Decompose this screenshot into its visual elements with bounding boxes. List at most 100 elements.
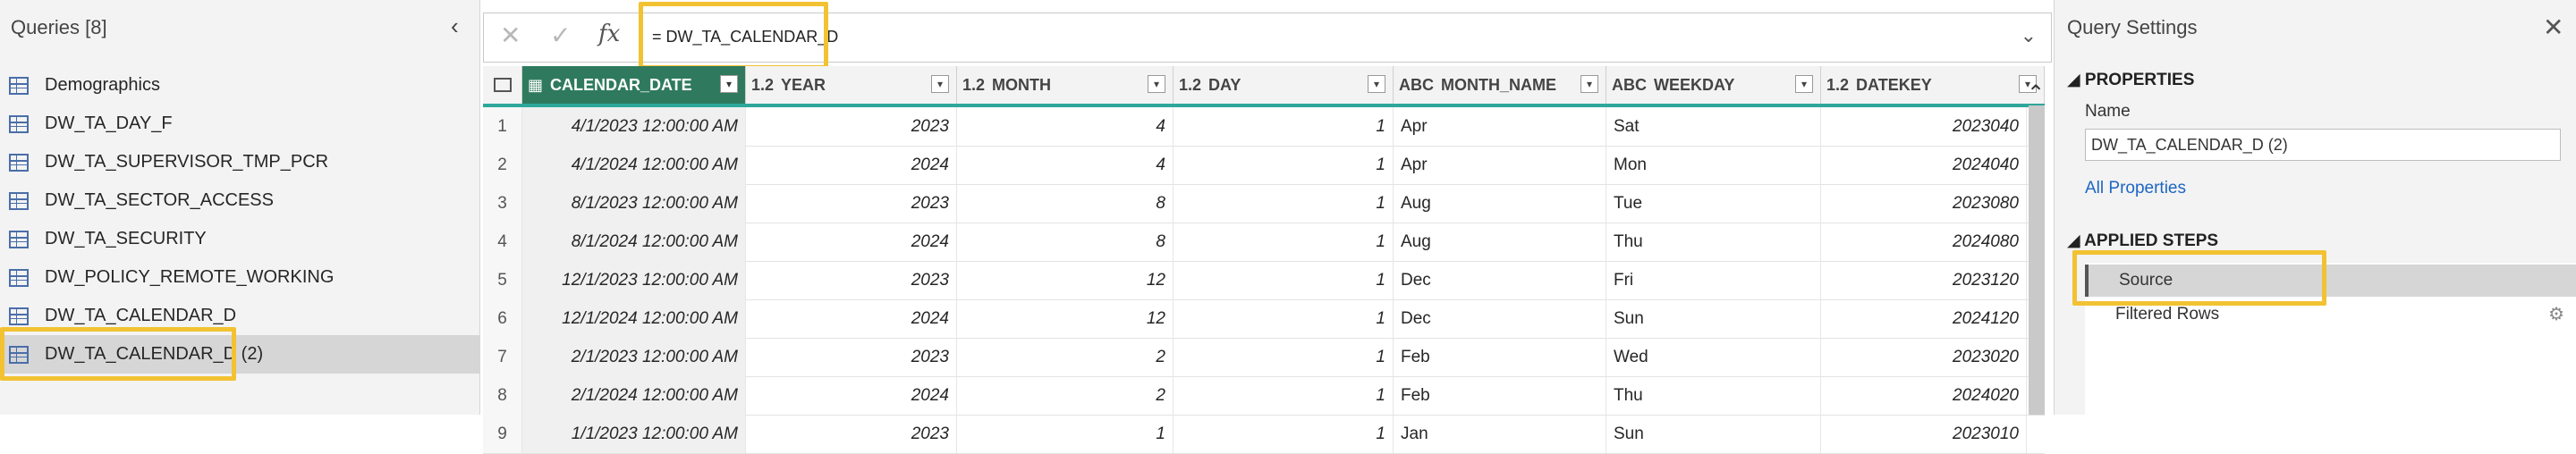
table-cell[interactable]: 2 xyxy=(957,376,1174,415)
table-cell[interactable]: 2023 xyxy=(746,338,957,376)
column-header-month-name[interactable]: ABC MONTH_NAME ▾ xyxy=(1394,66,1606,104)
commit-icon[interactable]: ✓ xyxy=(550,21,571,50)
column-header-datekey[interactable]: 1.2 DATEKEY ▾ xyxy=(1821,66,2045,104)
table-cell[interactable]: 2024 xyxy=(746,299,957,338)
table-cell[interactable]: Sat xyxy=(1606,107,1821,146)
filter-dropdown-icon[interactable]: ▾ xyxy=(1368,75,1385,93)
table-cell[interactable]: Thu xyxy=(1606,376,1821,415)
table-cell[interactable]: 2023080 xyxy=(1821,184,2027,223)
table-cell[interactable]: 8 xyxy=(957,184,1174,223)
vertical-scrollbar[interactable] xyxy=(2029,105,2045,415)
query-item-dw-ta-security[interactable]: DW_TA_SECURITY xyxy=(0,220,479,258)
filter-dropdown-icon[interactable]: ▾ xyxy=(1580,75,1598,93)
table-cell[interactable]: 2024080 xyxy=(1821,223,2027,261)
query-item-dw-ta-day-f[interactable]: DW_TA_DAY_F xyxy=(0,105,479,143)
table-cell[interactable]: 12/1/2023 12:00:00 AM xyxy=(522,261,746,299)
table-cell[interactable]: 1/1/2023 12:00:00 AM xyxy=(522,415,746,453)
table-row[interactable]: 9 1/1/2023 12:00:00 AM 2023 1 1 Jan Sun 2023010 xyxy=(483,415,2045,454)
close-icon[interactable]: ✕ xyxy=(2543,13,2563,42)
query-name-input[interactable]: DW_TA_CALENDAR_D (2) xyxy=(2085,129,2561,161)
table-cell[interactable]: Aug xyxy=(1394,223,1606,261)
table-cell[interactable]: 2023 xyxy=(746,107,957,146)
column-header-calendar-date[interactable]: ▦ CALENDAR_DATE ▾ xyxy=(522,66,746,104)
table-cell[interactable]: 2/1/2023 12:00:00 AM xyxy=(522,338,746,376)
query-item-dw-ta-sector-access[interactable]: DW_TA_SECTOR_ACCESS xyxy=(0,181,479,220)
column-header-year[interactable]: 1.2 YEAR ▾ xyxy=(746,66,957,104)
table-cell[interactable]: Feb xyxy=(1394,376,1606,415)
query-item-dw-ta-supervisor-tmp-pcr[interactable]: DW_TA_SUPERVISOR_TMP_PCR xyxy=(0,143,479,181)
table-row[interactable]: 8 2/1/2024 12:00:00 AM 2024 2 1 Feb Thu 2024020 xyxy=(483,376,2045,416)
column-header-day[interactable]: 1.2 DAY ▾ xyxy=(1174,66,1394,104)
scroll-up-icon[interactable]: ⌃ xyxy=(2027,80,2045,106)
table-cell[interactable]: 1 xyxy=(1174,415,1394,453)
table-cell[interactable]: 2023040 xyxy=(1821,107,2027,146)
table-cell[interactable]: Wed xyxy=(1606,338,1821,376)
table-cell[interactable]: 4/1/2023 12:00:00 AM xyxy=(522,107,746,146)
table-cell[interactable]: 1 xyxy=(1174,376,1394,415)
table-cell[interactable]: 8/1/2024 12:00:00 AM xyxy=(522,223,746,261)
table-cell[interactable]: 12 xyxy=(957,299,1174,338)
table-cell[interactable]: Apr xyxy=(1394,146,1606,184)
table-cell[interactable]: 2024 xyxy=(746,376,957,415)
table-cell[interactable]: 2024020 xyxy=(1821,376,2027,415)
table-cell[interactable]: 12/1/2024 12:00:00 AM xyxy=(522,299,746,338)
table-cell[interactable]: 1 xyxy=(1174,146,1394,184)
table-cell[interactable]: 2023 xyxy=(746,415,957,453)
table-row[interactable]: 3 8/1/2023 12:00:00 AM 2023 8 1 Aug Tue 2023080 xyxy=(483,184,2045,223)
table-cell[interactable]: 1 xyxy=(1174,107,1394,146)
cancel-icon[interactable]: ✕ xyxy=(500,21,521,50)
column-header-weekday[interactable]: ABC WEEKDAY ▾ xyxy=(1606,66,1821,104)
table-cell[interactable]: 2023120 xyxy=(1821,261,2027,299)
filter-dropdown-icon[interactable]: ▾ xyxy=(1795,75,1813,93)
table-cell[interactable]: Dec xyxy=(1394,299,1606,338)
table-menu-icon[interactable] xyxy=(483,66,522,104)
table-cell[interactable]: 1 xyxy=(1174,223,1394,261)
table-cell[interactable]: 4 xyxy=(957,146,1174,184)
gear-icon[interactable]: ⚙ xyxy=(2548,298,2564,331)
table-row[interactable]: 5 12/1/2023 12:00:00 AM 2023 12 1 Dec Fri 20231… xyxy=(483,261,2045,300)
chevron-down-icon[interactable]: ⌄ xyxy=(2021,24,2037,47)
table-cell[interactable]: 1 xyxy=(957,415,1174,453)
table-cell[interactable]: 2024120 xyxy=(1821,299,2027,338)
table-cell[interactable]: Apr xyxy=(1394,107,1606,146)
table-cell[interactable]: Fri xyxy=(1606,261,1821,299)
table-cell[interactable]: Dec xyxy=(1394,261,1606,299)
table-cell[interactable]: 2024 xyxy=(746,223,957,261)
table-cell[interactable]: 2023 xyxy=(746,261,957,299)
all-properties-link[interactable]: All Properties xyxy=(2085,179,2186,198)
table-cell[interactable]: Jan xyxy=(1394,415,1606,453)
table-cell[interactable]: 2023 xyxy=(746,184,957,223)
table-cell[interactable]: 2 xyxy=(957,338,1174,376)
table-cell[interactable]: 2024 xyxy=(746,146,957,184)
table-cell[interactable]: 1 xyxy=(1174,261,1394,299)
table-cell[interactable]: 2/1/2024 12:00:00 AM xyxy=(522,376,746,415)
table-cell[interactable]: Tue xyxy=(1606,184,1821,223)
table-cell[interactable]: Sun xyxy=(1606,415,1821,453)
query-item-demographics[interactable]: Demographics xyxy=(0,66,479,105)
table-cell[interactable]: 2023010 xyxy=(1821,415,2027,453)
table-cell[interactable]: 1 xyxy=(1174,184,1394,223)
table-cell[interactable]: Aug xyxy=(1394,184,1606,223)
applied-steps-header[interactable]: ◢ APPLIED STEPS xyxy=(2067,231,2218,251)
properties-header[interactable]: ◢ PROPERTIES xyxy=(2067,70,2194,90)
filter-dropdown-icon[interactable]: ▾ xyxy=(720,75,738,93)
table-cell[interactable]: Sun xyxy=(1606,299,1821,338)
column-header-month[interactable]: 1.2 MONTH ▾ xyxy=(957,66,1174,104)
filter-dropdown-icon[interactable]: ▾ xyxy=(1148,75,1165,93)
table-cell[interactable]: 8 xyxy=(957,223,1174,261)
table-cell[interactable]: 2023020 xyxy=(1821,338,2027,376)
table-cell[interactable]: Mon xyxy=(1606,146,1821,184)
table-cell[interactable]: 1 xyxy=(1174,299,1394,338)
table-row[interactable]: 1 4/1/2023 12:00:00 AM 2023 4 1 Apr Sat 2023040 xyxy=(483,107,2045,147)
query-item-dw-policy-remote-working[interactable]: DW_POLICY_REMOTE_WORKING xyxy=(0,258,479,297)
filter-dropdown-icon[interactable]: ▾ xyxy=(931,75,949,93)
table-row[interactable]: 7 2/1/2023 12:00:00 AM 2023 2 1 Feb Wed 2023020 xyxy=(483,338,2045,377)
table-cell[interactable]: Thu xyxy=(1606,223,1821,261)
table-cell[interactable]: 1 xyxy=(1174,338,1394,376)
table-cell[interactable]: 8/1/2023 12:00:00 AM xyxy=(522,184,746,223)
table-row[interactable]: 4 8/1/2024 12:00:00 AM 2024 8 1 Aug Thu 2024080 xyxy=(483,223,2045,262)
table-row[interactable]: 2 4/1/2024 12:00:00 AM 2024 4 1 Apr Mon 2024040 xyxy=(483,146,2045,185)
collapse-pane-icon[interactable]: ‹ xyxy=(451,13,459,40)
table-cell[interactable]: Feb xyxy=(1394,338,1606,376)
table-cell[interactable]: 4/1/2024 12:00:00 AM xyxy=(522,146,746,184)
